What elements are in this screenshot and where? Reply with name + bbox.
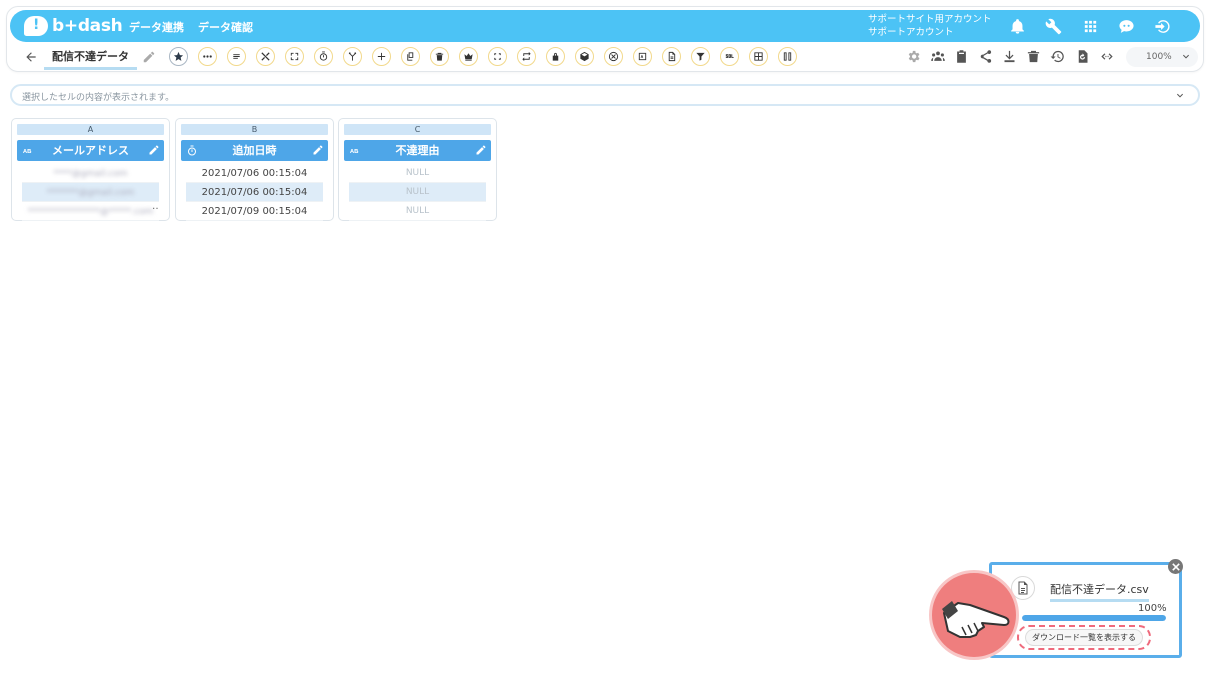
nav-link-data-integration[interactable]: データ連携: [129, 19, 184, 35]
top-navbar: b+dash データ連携 データ確認 サポートサイト用アカウント サポートアカウ…: [10, 10, 1200, 42]
zoom-select[interactable]: 100%: [1126, 47, 1198, 67]
table-cell[interactable]: *******@gmail.com: [22, 183, 159, 202]
document-icon[interactable]: [662, 47, 681, 66]
edit-pencil-icon[interactable]: [148, 144, 160, 156]
column-card-b[interactable]: B 追加日時 2021/07/06 00:15:04 2021/07/06 00…: [175, 118, 334, 221]
column-header-email[interactable]: メールアドレス: [17, 140, 164, 161]
download-progress-label: 100%: [1138, 603, 1167, 614]
focus-corners-icon[interactable]: [488, 47, 507, 66]
favorite-star-icon[interactable]: [169, 47, 188, 66]
crown-icon[interactable]: [459, 47, 478, 66]
wrench-icon[interactable]: [1043, 16, 1063, 36]
cell-content-placeholder: 選択したセルの内容が表示されます。: [22, 93, 175, 103]
account-info[interactable]: サポートサイト用アカウント サポートアカウント: [868, 13, 992, 39]
table-cell[interactable]: NULL: [349, 202, 486, 221]
ai-code-icon[interactable]: [633, 47, 652, 66]
column-cells: 2021/07/06 00:15:04 2021/07/06 00:15:04 …: [186, 164, 323, 221]
datetime-type-icon: [185, 144, 199, 157]
edit-pencil-icon[interactable]: [475, 144, 487, 156]
zoom-value: 100%: [1146, 52, 1172, 62]
column-cells: NULL NULL NULL: [349, 164, 486, 221]
chevron-down-icon: [1183, 54, 1189, 59]
bdash-logo[interactable]: b+dash: [24, 15, 123, 37]
filter-funnel-icon[interactable]: [691, 47, 710, 66]
users-group-icon[interactable]: [928, 47, 948, 65]
show-download-list-label: ダウンロード一覧を表示する: [1025, 629, 1143, 646]
clipboard-icon[interactable]: [952, 47, 970, 65]
lock-data-icon[interactable]: [546, 47, 565, 66]
table-cell[interactable]: NULL: [349, 183, 486, 202]
truncation-ellipsis: …: [152, 202, 159, 216]
stopwatch-icon[interactable]: [314, 47, 333, 66]
table-cell[interactable]: 2021/07/06 00:15:04: [186, 183, 323, 202]
add-plus-icon[interactable]: [372, 47, 391, 66]
repeat-icon[interactable]: [517, 47, 536, 66]
column-name: 不達理由: [395, 144, 440, 157]
merge-fork-icon[interactable]: [343, 47, 362, 66]
logout-icon[interactable]: [1152, 16, 1172, 36]
list-lines-icon[interactable]: [227, 47, 246, 66]
edit-pencil-icon[interactable]: [312, 144, 324, 156]
cell-value: *******@gmail.com: [46, 188, 135, 198]
table-grid-icon[interactable]: [749, 47, 768, 66]
table-cell[interactable]: 2021/07/06 00:15:04: [186, 164, 323, 183]
rename-pencil-icon[interactable]: [142, 49, 156, 63]
nav-link-data-check[interactable]: データ確認: [198, 19, 253, 35]
show-download-list-button[interactable]: ダウンロード一覧を表示する: [1017, 625, 1151, 650]
column-letter: B: [181, 124, 328, 135]
column-cells: ****@gmail.com *******@gmail.com *******…: [22, 164, 159, 221]
account-name-line2: サポートアカウント: [868, 27, 954, 38]
cell-content-bar[interactable]: 選択したセルの内容が表示されます。: [10, 84, 1200, 106]
apps-grid-icon[interactable]: [1080, 16, 1100, 36]
box-export-icon[interactable]: [575, 47, 594, 66]
dataset-name[interactable]: 配信不達データ: [44, 48, 137, 70]
column-card-a[interactable]: A メールアドレス ****@gmail.com *******@gmail.c…: [11, 118, 170, 221]
column-letter: C: [344, 124, 491, 135]
tools-cross-icon[interactable]: [256, 47, 275, 66]
cell-value: ****@gmail.com: [53, 169, 128, 179]
download-progress-bar: [1022, 615, 1166, 621]
download-file-name: 配信不達データ.csv: [1050, 581, 1149, 602]
text-type-icon: [21, 144, 35, 157]
column-name: 追加日時: [232, 144, 277, 157]
column-header-bounce-reason[interactable]: 不達理由: [344, 140, 491, 161]
copy-icon[interactable]: [401, 47, 420, 66]
cell-value: ****************@*****.com: [27, 207, 154, 217]
support-chat-icon[interactable]: [1116, 16, 1136, 36]
columns-icon[interactable]: [778, 47, 797, 66]
back-arrow-icon[interactable]: [24, 49, 38, 63]
table-cell[interactable]: ****@gmail.com: [22, 164, 159, 183]
trash-icon[interactable]: [430, 47, 449, 66]
table-cell[interactable]: 2021/07/09 00:15:04: [186, 202, 323, 221]
sql-query-icon[interactable]: [720, 47, 739, 66]
history-icon[interactable]: [1048, 47, 1066, 65]
column-header-added-at[interactable]: 追加日時: [181, 140, 328, 161]
table-cell[interactable]: NULL: [349, 164, 486, 183]
delete-trash-icon[interactable]: [1024, 47, 1042, 65]
code-brackets-icon[interactable]: [1097, 47, 1117, 65]
close-icon[interactable]: [1168, 559, 1183, 574]
bell-icon[interactable]: [1007, 16, 1027, 36]
text-type-icon: [348, 144, 362, 157]
column-card-c[interactable]: C 不達理由 NULL NULL NULL: [338, 118, 497, 221]
cancel-circle-icon[interactable]: [604, 47, 623, 66]
more-dots-icon[interactable]: [198, 47, 217, 66]
expand-corners-icon[interactable]: [285, 47, 304, 66]
pointing-hand-icon: [929, 570, 1019, 660]
share-icon[interactable]: [976, 47, 994, 65]
logo-text: b+dash: [52, 16, 123, 36]
chevron-down-icon[interactable]: [1174, 90, 1186, 102]
column-name: メールアドレス: [52, 144, 129, 157]
settings-gear-icon[interactable]: [904, 47, 922, 65]
account-name-line1: サポートサイト用アカウント: [868, 14, 992, 25]
column-letter: A: [17, 124, 164, 135]
download-progress-fill: [1022, 615, 1166, 621]
table-cell[interactable]: ****************@*****.com…: [22, 202, 159, 221]
restore-file-icon[interactable]: [1073, 47, 1091, 65]
download-icon[interactable]: [1000, 47, 1018, 65]
logo-mark: [24, 16, 48, 36]
